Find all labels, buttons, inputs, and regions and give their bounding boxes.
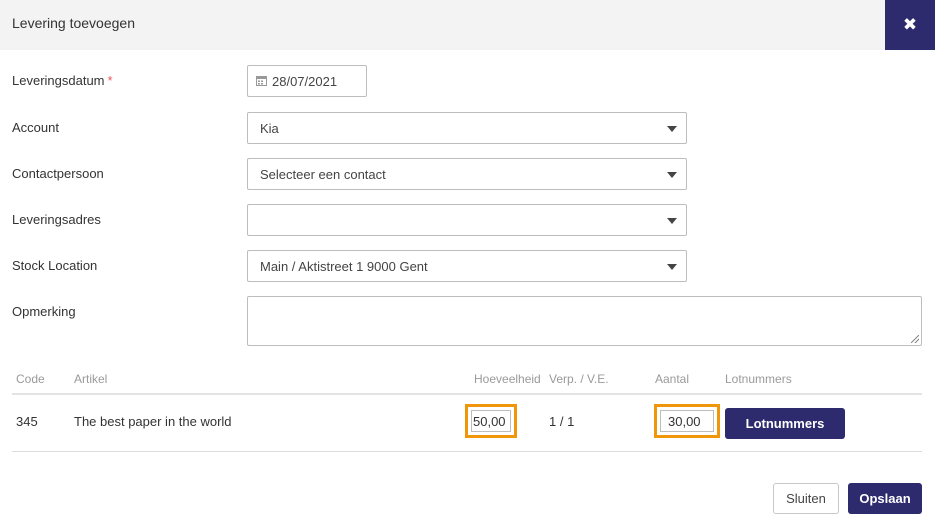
column-header-code: Code (16, 372, 45, 386)
address-select[interactable] (247, 204, 687, 236)
table-row-divider (12, 451, 922, 452)
chevron-down-icon (667, 126, 677, 132)
delivery-date-input[interactable]: 28/07/2021 (247, 65, 367, 97)
calendar-icon (256, 76, 267, 86)
remark-label: Opmerking (12, 304, 76, 319)
chevron-down-icon (667, 172, 677, 178)
contact-label: Contactpersoon (12, 166, 104, 181)
table-header-divider (12, 393, 922, 395)
amount-value: 30,00 (668, 414, 701, 429)
column-header-amount: Aantal (655, 372, 690, 386)
contact-value: Selecteer een contact (260, 167, 386, 182)
dialog-title: Levering toevoegen (12, 15, 135, 31)
account-label: Account (12, 120, 59, 135)
address-label: Leveringsadres (12, 212, 101, 227)
row-code: 345 (16, 414, 38, 429)
account-value: Kia (260, 121, 279, 136)
chevron-down-icon (667, 218, 677, 224)
stock-location-value: Main / Aktistreet 1 9000 Gent (260, 259, 428, 274)
column-header-quantity: Hoeveelheid (474, 372, 541, 386)
remark-textarea[interactable] (247, 296, 922, 346)
quantity-input[interactable]: 50,00 (465, 404, 517, 438)
row-packaging: 1 / 1 (549, 414, 575, 429)
lot-numbers-button[interactable]: Lotnummers (725, 408, 845, 439)
contact-select[interactable]: Selecteer een contact (247, 158, 687, 190)
column-header-lot-numbers: Lotnummers (725, 372, 792, 386)
amount-input[interactable]: 30,00 (654, 404, 720, 438)
chevron-down-icon (667, 264, 677, 270)
row-article: The best paper in the world (74, 414, 232, 429)
save-button[interactable]: Opslaan (848, 483, 922, 514)
required-marker: * (107, 73, 113, 88)
delivery-date-label-text: Leveringsdatum (12, 73, 105, 88)
quantity-value: 50,00 (473, 414, 506, 429)
delivery-date-label: Leveringsdatum * (12, 73, 113, 88)
account-select[interactable]: Kia (247, 112, 687, 144)
stock-location-select[interactable]: Main / Aktistreet 1 9000 Gent (247, 250, 687, 282)
column-header-packaging: Verp. / V.E. (549, 372, 609, 386)
stock-location-label: Stock Location (12, 258, 98, 273)
close-icon[interactable]: ✖ (885, 0, 935, 50)
close-button[interactable]: Sluiten (773, 483, 839, 514)
column-header-article: Artikel (74, 372, 108, 386)
resize-handle-icon[interactable] (911, 335, 919, 343)
delivery-date-value: 28/07/2021 (272, 74, 338, 89)
dialog-header: Levering toevoegen ✖ (0, 0, 935, 50)
